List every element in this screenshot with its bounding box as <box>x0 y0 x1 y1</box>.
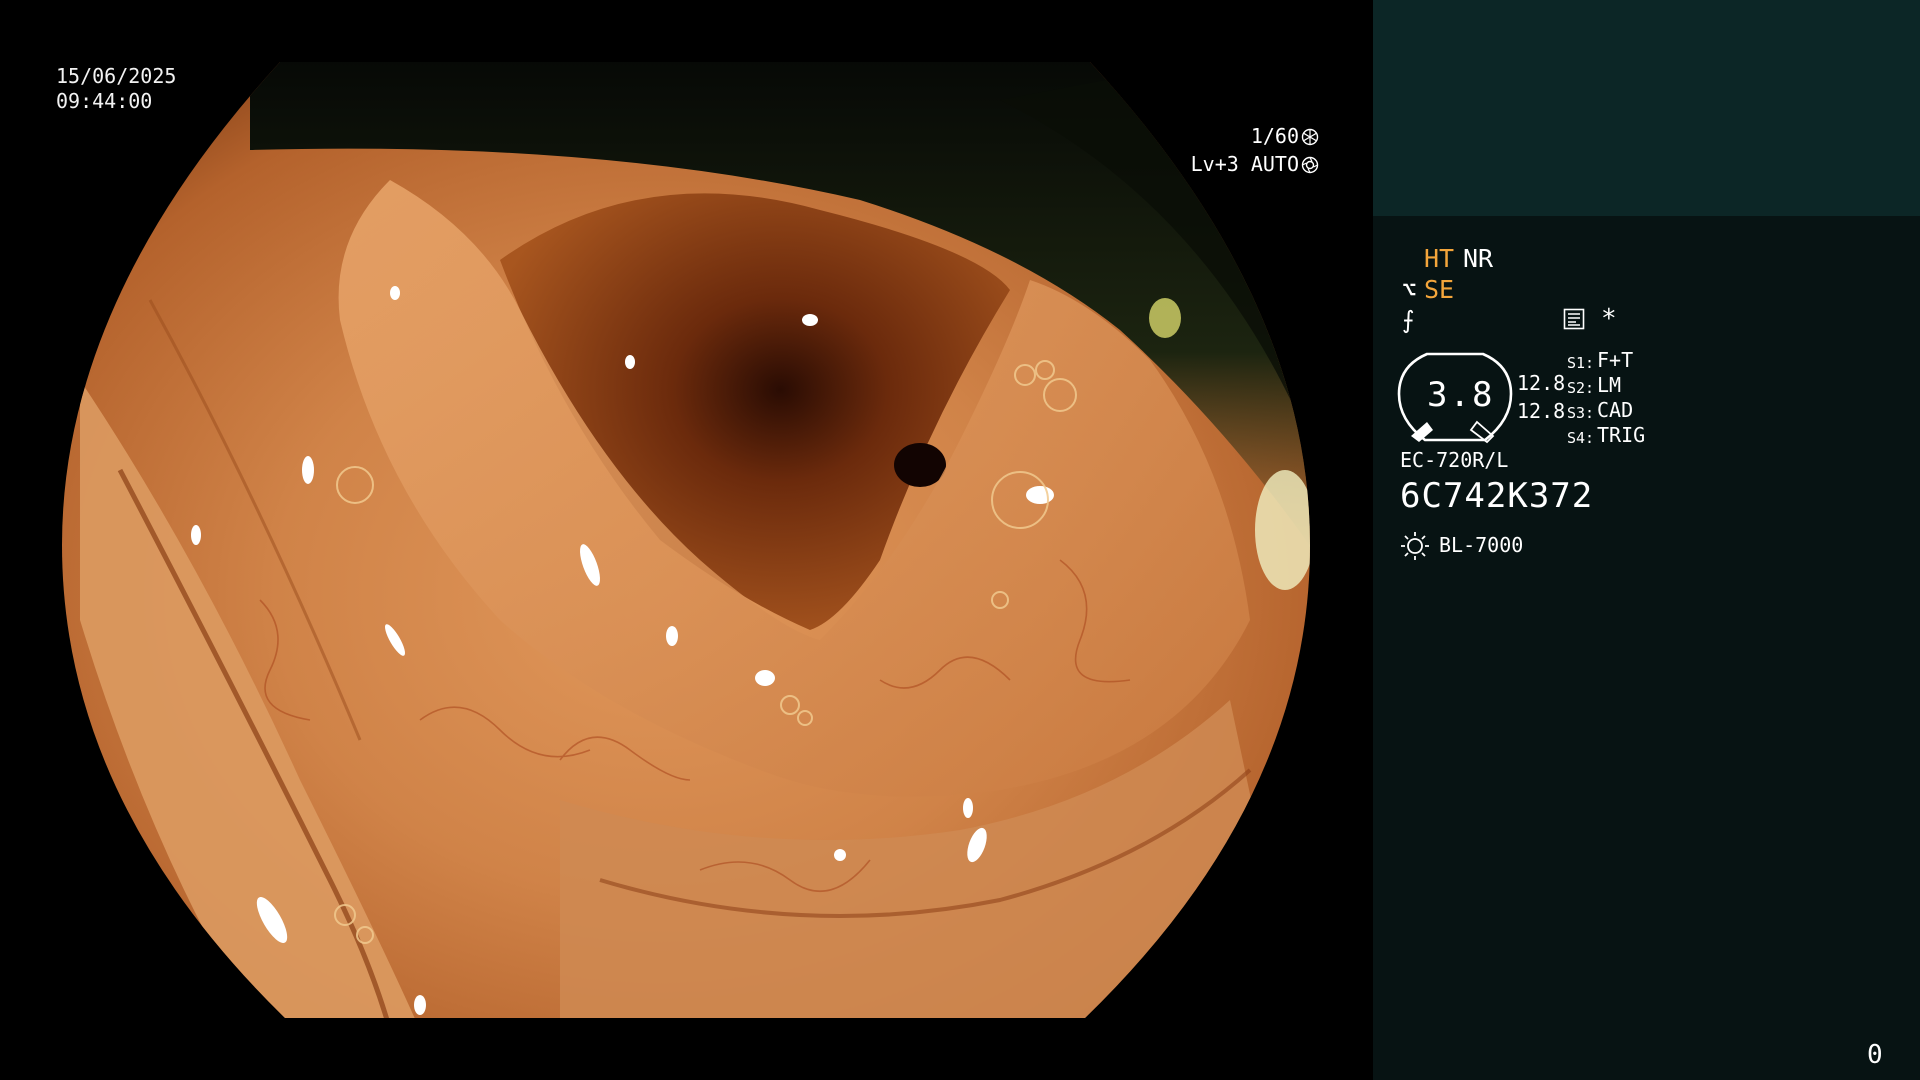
iris-icon <box>1301 156 1319 174</box>
function-icon: ⨍ <box>1402 306 1415 334</box>
capture-date: 15/06/2025 <box>56 64 177 88</box>
scope-button-2-value: LM <box>1597 373 1622 397</box>
value-upper: 12.8 <box>1517 371 1566 395</box>
scope-button-2-key: S2: <box>1567 379 1595 397</box>
value-lower: 12.8 <box>1517 399 1566 423</box>
memo-icon <box>1563 308 1585 330</box>
brightness-level-readout: Lv+3 AUTO <box>1118 127 1319 202</box>
scope-button-4-value: TRIG <box>1597 423 1646 447</box>
nr-indicator: NR <box>1463 244 1494 273</box>
asterisk-indicator: * <box>1601 304 1617 334</box>
endoscope-image-area: 15/06/2025 09:44:00 1/60 Lv+3 AUTO <box>0 0 1373 1080</box>
capture-time: 09:44:00 <box>56 89 153 113</box>
scope-serial: 6C742K372 <box>1400 476 1594 516</box>
scope-button-1-key: S1: <box>1567 354 1595 372</box>
info-panel: HT NR ⌥ SE ⨍ * 3.8 12.8 12.8 S1: F+T S2:… <box>1373 0 1920 1080</box>
scope-button-3-value: CAD <box>1597 398 1634 422</box>
brightness-level: Lv+3 AUTO <box>1190 152 1299 176</box>
scope-se-icon: ⌥ <box>1402 276 1417 304</box>
ht-indicator: HT <box>1424 244 1455 273</box>
light-source-icon <box>1401 532 1429 560</box>
light-source-model: BL-7000 <box>1439 533 1524 557</box>
scope-button-1-value: F+T <box>1597 348 1634 372</box>
se-indicator: SE <box>1424 275 1455 304</box>
gauge-value: 3.8 <box>1427 375 1495 415</box>
scope-button-4-key: S4: <box>1567 429 1595 447</box>
scope-button-3-key: S3: <box>1567 404 1595 422</box>
image-counter: 0 <box>1867 1040 1883 1070</box>
endoscopy-monitor: 15/06/2025 09:44:00 1/60 Lv+3 AUTO HT NR… <box>0 0 1920 1080</box>
panel-header-area <box>1373 0 1920 216</box>
scope-model: EC-720R/L <box>1400 448 1509 472</box>
